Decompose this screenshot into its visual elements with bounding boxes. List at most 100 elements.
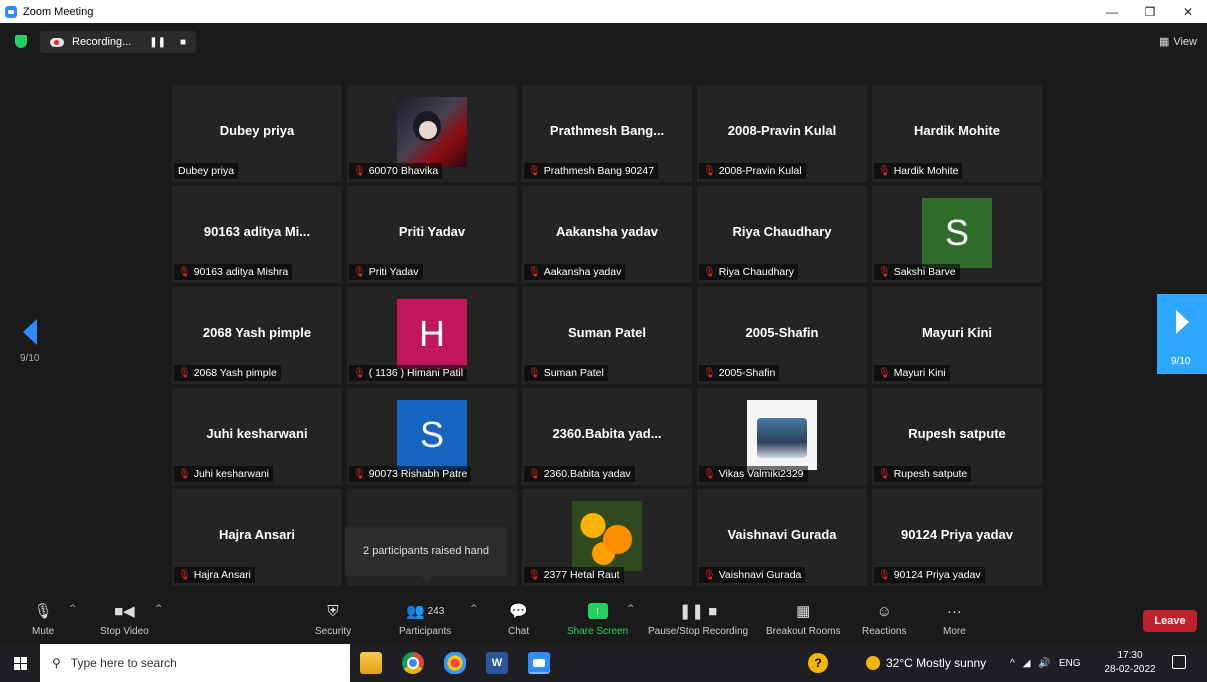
participant-profile-photo: [397, 97, 467, 167]
participant-tile[interactable]: Priti Yadav 🎙 Priti Yadav: [347, 186, 517, 283]
previous-page-button[interactable]: 9/10: [20, 319, 39, 364]
participant-tile[interactable]: Dubey priya Dubey priya: [172, 85, 342, 182]
view-button[interactable]: ▦ View: [1159, 35, 1197, 49]
participant-tile[interactable]: 90163 aditya Mi... 🎙 90163 aditya Mishra: [172, 186, 342, 283]
restore-button[interactable]: ❐: [1131, 0, 1169, 23]
participant-display-name: Dubey priya: [219, 123, 295, 138]
participant-name-text: Prathmesh Bang 90247: [543, 165, 655, 177]
participant-tile[interactable]: 2360.Babita yad... 🎙 2360.Babita yadav: [522, 388, 692, 485]
paint-icon[interactable]: [444, 652, 466, 674]
taskbar-clock[interactable]: 17:30 28-02-2022: [1104, 649, 1156, 677]
file-explorer-icon[interactable]: [360, 652, 382, 674]
participant-tile[interactable]: Riya Chaudhary 🎙 Riya Chaudhary: [697, 186, 867, 283]
zoom-taskbar-icon[interactable]: [528, 652, 550, 674]
close-button[interactable]: ✕: [1169, 0, 1207, 23]
meeting-stage: Recording... ❚❚ ■ ▦ View Dubey priya Dube…: [0, 23, 1207, 594]
taskbar-search-box[interactable]: ⚲ Type here to search: [40, 644, 350, 682]
participant-tile[interactable]: 2005-Shafin 🎙 2005-Shafin: [697, 287, 867, 384]
participant-name-text: 2377 Hetal Raut: [543, 569, 620, 581]
pause-stop-recording-button[interactable]: ❚❚ ■ Pause/Stop Recording: [648, 600, 748, 637]
mute-button[interactable]: 🎙 Mute: [32, 600, 54, 637]
participant-tile[interactable]: S 🎙 Sakshi Barve: [872, 186, 1042, 283]
muted-mic-icon: 🎙: [353, 266, 366, 278]
muted-mic-icon: 🎙: [178, 367, 191, 379]
cloud-recording-icon: [50, 37, 64, 47]
participant-tile[interactable]: Hardik Mohite 🎙 Hardik Mohite: [872, 85, 1042, 182]
participant-tile[interactable]: 2068 Yash pimple 🎙 2068 Yash pimple: [172, 287, 342, 384]
muted-mic-icon: 🎙: [178, 266, 191, 278]
participant-display-name: Rupesh satpute: [908, 426, 1006, 441]
participant-tile[interactable]: 🎙 60070 Bhavika: [347, 85, 517, 182]
chrome-icon[interactable]: [402, 652, 424, 674]
participant-name-label: 🎙 Juhi kesharwani: [174, 466, 273, 482]
search-placeholder: Type here to search: [70, 656, 177, 670]
participant-name-text: Dubey priya: [178, 165, 235, 177]
participant-tile[interactable]: 2008-Pravin Kulal 🎙 2008-Pravin Kulal: [697, 85, 867, 182]
breakout-rooms-button[interactable]: ▦ Breakout Rooms: [766, 600, 840, 637]
start-button[interactable]: [0, 644, 40, 682]
weather-widget[interactable]: 32°C Mostly sunny: [866, 644, 986, 682]
participant-tile[interactable]: Aakansha yadav 🎙 Aakansha yadav: [522, 186, 692, 283]
audio-options-caret-icon[interactable]: ^: [69, 604, 77, 614]
participant-display-name: Hardik Mohite: [914, 123, 1000, 138]
language-indicator[interactable]: ENG: [1059, 658, 1081, 669]
page-indicator-right: 9/10: [1171, 356, 1191, 367]
stop-video-button[interactable]: ■◀ Stop Video: [100, 600, 149, 637]
reactions-label: Reactions: [862, 626, 907, 637]
chat-label: Chat: [508, 626, 530, 637]
participant-name-label: 🎙 90073 Rishabh Patre: [349, 466, 472, 482]
view-label: View: [1173, 35, 1197, 48]
notification-center-icon[interactable]: [1172, 655, 1186, 669]
participants-caret-icon[interactable]: ^: [470, 604, 478, 614]
participant-name-text: 2008-Pravin Kulal: [718, 165, 802, 177]
pause-recording-icon[interactable]: ❚❚: [149, 37, 166, 48]
participant-tile[interactable]: Suman Patel 🎙 Suman Patel: [522, 287, 692, 384]
security-button[interactable]: ⛨ Security: [315, 600, 351, 638]
participant-tile[interactable]: 🎙 Vikas Valmiki2329: [697, 388, 867, 485]
participant-name-label: 🎙 Prathmesh Bang 90247: [524, 163, 659, 179]
minimize-button[interactable]: —: [1093, 0, 1131, 23]
leave-button[interactable]: Leave: [1143, 610, 1197, 632]
participant-tile[interactable]: Vaishnavi Gurada 🎙 Vaishnavi Gurada: [697, 489, 867, 586]
participant-name-text: 2068 Yash pimple: [193, 367, 277, 379]
next-page-button[interactable]: 9/10: [1157, 294, 1207, 374]
chat-button[interactable]: 💬 Chat: [508, 600, 529, 637]
muted-mic-icon: 🎙: [178, 569, 191, 581]
show-hidden-icons-icon[interactable]: ^: [1010, 658, 1015, 669]
participants-button[interactable]: 👥 243 Participants: [399, 600, 451, 637]
muted-mic-icon: 🎙: [703, 569, 716, 581]
participant-name-text: 90124 Priya yadav: [893, 569, 981, 581]
participant-tile[interactable]: Prathmesh Bang... 🎙 Prathmesh Bang 90247: [522, 85, 692, 182]
video-options-caret-icon[interactable]: ^: [155, 604, 163, 614]
word-icon[interactable]: W: [486, 652, 508, 674]
participant-tile[interactable]: Mayuri Kini 🎙 Mayuri Kini: [872, 287, 1042, 384]
stop-recording-icon[interactable]: ■: [180, 37, 186, 48]
participant-tile[interactable]: 🎙 2377 Hetal Raut: [522, 489, 692, 586]
stop-video-label: Stop Video: [100, 626, 149, 637]
muted-mic-icon: 🎙: [353, 367, 366, 379]
muted-mic-icon: 🎙: [353, 165, 366, 177]
participant-tile[interactable]: S 🎙 90073 Rishabh Patre: [347, 388, 517, 485]
participant-tile[interactable]: Juhi kesharwani 🎙 Juhi kesharwani: [172, 388, 342, 485]
muted-mic-icon: 🎙: [703, 266, 716, 278]
participant-name-text: Riya Chaudhary: [718, 266, 794, 278]
volume-icon[interactable]: 🔊: [1038, 658, 1050, 669]
reactions-button[interactable]: ☺ Reactions: [862, 600, 907, 638]
participant-name-label: 🎙 2377 Hetal Raut: [524, 567, 624, 583]
participant-tile[interactable]: 90124 Priya yadav 🎙 90124 Priya yadav: [872, 489, 1042, 586]
share-options-caret-icon[interactable]: ^: [627, 604, 635, 614]
share-screen-button[interactable]: ↑ Share Screen: [567, 600, 628, 637]
participant-tile[interactable]: Rupesh satpute 🎙 Rupesh satpute: [872, 388, 1042, 485]
encryption-shield-icon[interactable]: [15, 35, 27, 48]
help-icon[interactable]: ?: [808, 653, 828, 673]
more-button[interactable]: ··· More: [943, 600, 966, 638]
participant-name-text: 90163 aditya Mishra: [193, 266, 289, 278]
participant-tile[interactable]: H 🎙( 1136 ) Himani Patil: [347, 287, 517, 384]
participant-name-text: Sakshi Barve: [893, 266, 956, 278]
page-indicator-left: 9/10: [20, 353, 40, 364]
participant-profile-photo: [747, 400, 817, 470]
participant-display-name: Mayuri Kini: [921, 325, 993, 340]
smiley-plus-icon: ☺: [876, 602, 892, 620]
network-icon[interactable]: ◢: [1023, 658, 1031, 669]
participant-tile[interactable]: Hajra Ansari 🎙 Hajra Ansari: [172, 489, 342, 586]
